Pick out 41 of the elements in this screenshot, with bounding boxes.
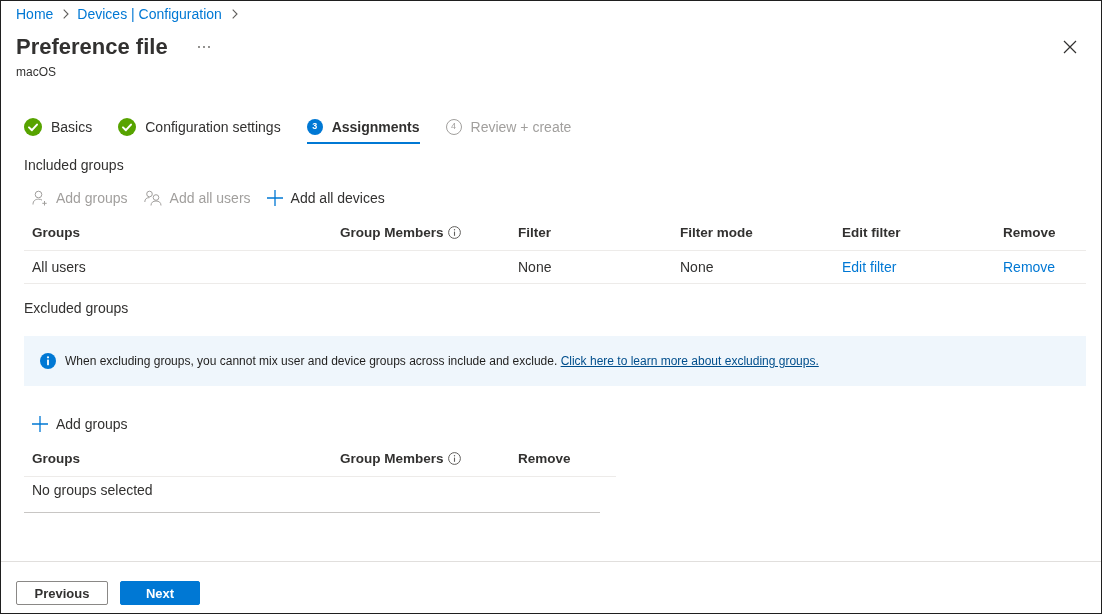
empty-message: No groups selected [32, 482, 153, 498]
page-title: Preference file [16, 33, 168, 61]
breadcrumb-link[interactable]: Home [16, 6, 54, 22]
table-cell: All users [32, 259, 86, 275]
table-link[interactable]: Edit filter [842, 259, 897, 275]
column-header: Groups [32, 224, 80, 240]
people-icon [143, 190, 162, 206]
table-cell: None [680, 259, 714, 275]
toolbar-button[interactable]: Add all devices [258, 182, 393, 214]
primary-button[interactable]: Next [120, 581, 200, 605]
person-add-icon [32, 190, 48, 206]
close-icon [1063, 40, 1077, 54]
page-subtitle: macOS [16, 64, 56, 80]
step-number: 3 [306, 118, 323, 135]
wizard-step-tab[interactable]: 3 Assignments [306, 111, 420, 144]
check-circle-icon [24, 117, 42, 136]
info-message: When excluding groups, you cannot mix user and device groups across include and exclude. Click here to learn more about excluding groups. [65, 353, 819, 369]
column-header: Group Members [340, 450, 444, 466]
wizard-step-tab[interactable]: Basics [24, 111, 93, 144]
table-cell: None [518, 259, 552, 275]
plus-icon [32, 416, 48, 432]
chevron-right-icon [231, 9, 238, 19]
column-header: Filter [518, 224, 551, 240]
breadcrumb-link[interactable]: Devices | Configuration [77, 6, 222, 22]
info-icon [40, 353, 56, 369]
check-circle-icon [118, 117, 137, 136]
column-header: Remove [1003, 224, 1056, 240]
wizard-step-tab[interactable]: Configuration settings [118, 111, 281, 144]
plus-icon [266, 190, 283, 206]
secondary-button[interactable]: Previous [16, 581, 108, 605]
column-header: Groups [32, 450, 80, 466]
section-heading: Included groups [24, 156, 124, 175]
column-header: Edit filter [842, 224, 901, 240]
chevron-right-icon [63, 9, 70, 19]
column-header: Remove [518, 450, 571, 466]
table-link[interactable]: Remove [1003, 259, 1056, 275]
section-heading: Excluded groups [24, 299, 129, 318]
toolbar-button[interactable]: Add groups [24, 408, 136, 440]
column-header: Filter mode [680, 224, 753, 240]
wizard-step-tab[interactable]: 4 Review + create [445, 111, 572, 144]
learn-more-link[interactable]: Click here to learn more about excluding groups. [560, 354, 819, 368]
